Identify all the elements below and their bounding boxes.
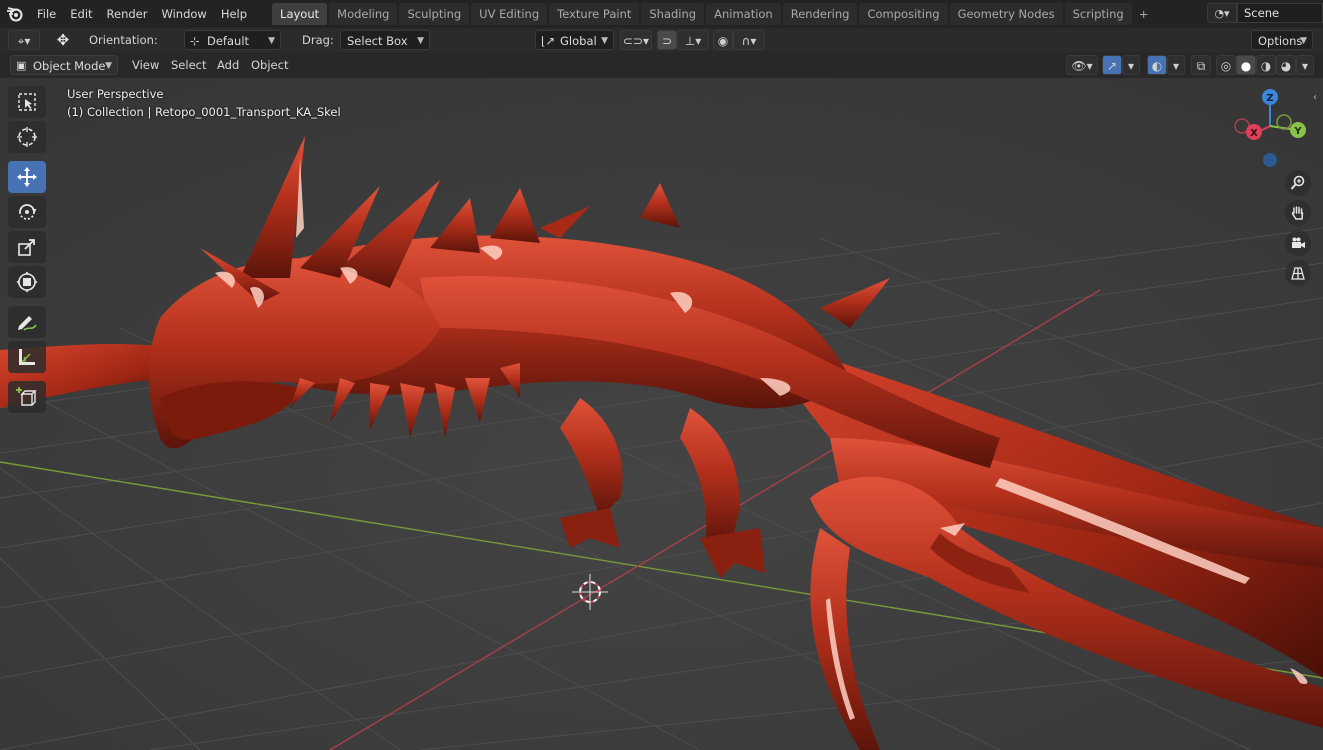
collection-label: (1) Collection | Retopo_0001_Transport_K…: [67, 105, 341, 119]
top-bar: File Edit Render Window Help Layout Mode…: [0, 0, 1323, 28]
x-label: X: [1250, 128, 1258, 139]
overlays-toggle-icon[interactable]: ◐: [1147, 55, 1167, 75]
menu-view[interactable]: View: [126, 55, 165, 75]
viewport-header: ▣ Object Mode ▼ View Select Add Object 👁…: [0, 52, 1323, 78]
tab-animation[interactable]: Animation: [706, 3, 781, 25]
move-tool-icon[interactable]: [8, 161, 46, 193]
menu-add[interactable]: Add: [211, 55, 245, 75]
scene-browse-icon[interactable]: ◔▾: [1207, 3, 1237, 23]
menu-edit[interactable]: Edit: [63, 3, 99, 25]
wireframe-shading-icon[interactable]: ◎: [1216, 55, 1236, 75]
drag-dropdown[interactable]: Select Box ▼: [340, 30, 430, 50]
transform-orientation-value: Global: [560, 34, 597, 48]
annotate-tool-icon[interactable]: [8, 306, 46, 338]
chevron-down-icon[interactable]: ▾: [1167, 55, 1185, 75]
tool-settings-header: ⌖▾ ✥ Orientation: ⊹ Default ▼ Drag: Sele…: [0, 28, 1323, 52]
chevron-down-icon: ▼: [417, 36, 424, 46]
menu-help[interactable]: Help: [214, 3, 254, 25]
add-cube-tool-icon[interactable]: [8, 381, 46, 413]
menu-object[interactable]: Object: [245, 55, 294, 75]
z-label: Z: [1266, 93, 1273, 104]
cursor-tool-icon[interactable]: [8, 121, 46, 153]
add-workspace-button[interactable]: +: [1134, 3, 1154, 25]
tab-sculpting[interactable]: Sculpting: [399, 3, 470, 25]
3d-viewport[interactable]: User Perspective (1) Collection | Retopo…: [0, 78, 1323, 750]
pan-hand-icon[interactable]: [1285, 200, 1311, 226]
proportional-edit-icon[interactable]: ◉: [713, 30, 733, 50]
tab-scripting[interactable]: Scripting: [1064, 3, 1132, 25]
tab-modeling[interactable]: Modeling: [329, 3, 398, 25]
transform-pivot-icon[interactable]: ⌖▾: [8, 30, 40, 50]
global-axes-icon: ⌊↗: [541, 34, 556, 48]
mode-value: Object Mode: [33, 59, 106, 73]
tab-layout[interactable]: Layout: [272, 3, 328, 25]
move-tool-icon: ✥: [56, 31, 70, 49]
snap-target-icon[interactable]: ⊥▾: [677, 30, 709, 50]
scale-tool-icon[interactable]: [8, 231, 46, 263]
perspective-label: User Perspective: [67, 87, 164, 101]
object-mode-icon: ▣: [16, 59, 27, 72]
blender-logo-icon[interactable]: [0, 0, 30, 28]
navigation-gizmo[interactable]: Z X Y: [1228, 86, 1312, 170]
y-label: Y: [1293, 126, 1302, 137]
transform-orientation-dropdown[interactable]: ⌊↗ Global ▼: [535, 30, 614, 50]
viewport-scene: [0, 78, 1323, 750]
orientation-value: Default: [207, 34, 250, 48]
menu-render[interactable]: Render: [100, 3, 155, 25]
menu-select[interactable]: Select: [165, 55, 212, 75]
neg-z-icon[interactable]: [1263, 153, 1277, 167]
scene-name-field[interactable]: Scene: [1237, 3, 1323, 23]
sidebar-toggle-icon[interactable]: ‹: [1313, 92, 1317, 103]
solid-shading-icon[interactable]: ●: [1236, 55, 1256, 75]
chevron-down-icon: ▼: [1300, 36, 1307, 46]
rendered-shading-icon[interactable]: ◕: [1276, 55, 1296, 75]
tab-rendering[interactable]: Rendering: [782, 3, 858, 25]
orientation-label: Orientation:: [89, 33, 158, 47]
xray-toggle-icon[interactable]: ⧉: [1191, 55, 1211, 75]
tab-compositing[interactable]: Compositing: [859, 3, 948, 25]
pivot-point-icon[interactable]: ⊂⊃▾: [620, 30, 652, 50]
camera-view-icon[interactable]: [1285, 230, 1311, 256]
measure-tool-icon[interactable]: [8, 341, 46, 373]
scene-selector: ◔▾ Scene: [1207, 3, 1323, 23]
snap-toggle-icon[interactable]: ⊃: [657, 30, 677, 50]
chevron-down-icon: ▼: [105, 61, 112, 71]
menu-window[interactable]: Window: [154, 3, 213, 25]
tab-uv-editing[interactable]: UV Editing: [471, 3, 548, 25]
rotate-tool-icon[interactable]: [8, 196, 46, 228]
drag-value: Select Box: [347, 34, 408, 48]
orientation-dropdown[interactable]: ⊹ Default ▼: [184, 30, 281, 50]
mode-dropdown[interactable]: ▣ Object Mode ▼: [10, 55, 118, 75]
drag-label: Drag:: [302, 33, 334, 47]
tab-geometry-nodes[interactable]: Geometry Nodes: [949, 3, 1063, 25]
workspace-tabs: Layout Modeling Sculpting UV Editing Tex…: [272, 3, 1154, 25]
chevron-down-icon[interactable]: ▾: [1296, 55, 1314, 75]
gizmo-toggle-icon[interactable]: ↗: [1102, 55, 1122, 75]
menu-file[interactable]: File: [30, 3, 63, 25]
chevron-down-icon[interactable]: ▾: [1122, 55, 1140, 75]
neg-y-icon[interactable]: [1276, 114, 1292, 130]
axis-icon: ⊹: [190, 34, 200, 48]
zoom-icon[interactable]: [1285, 170, 1311, 196]
tab-texture-paint[interactable]: Texture Paint: [549, 3, 640, 25]
visibility-icon[interactable]: 👁▾: [1066, 55, 1098, 75]
chevron-down-icon: ▼: [268, 36, 275, 46]
options-label: Options: [1258, 34, 1303, 48]
chevron-down-icon: ▼: [601, 36, 608, 46]
grid-ortho-icon[interactable]: [1285, 260, 1311, 286]
options-dropdown[interactable]: Options ▼: [1251, 30, 1313, 50]
tab-shading[interactable]: Shading: [641, 3, 705, 25]
select-box-tool-icon[interactable]: [8, 86, 46, 118]
tool-shelf: [8, 86, 48, 416]
transform-tool-icon[interactable]: [8, 266, 46, 298]
falloff-curve-icon[interactable]: ∩▾: [733, 30, 765, 50]
material-shading-icon[interactable]: ◑: [1256, 55, 1276, 75]
